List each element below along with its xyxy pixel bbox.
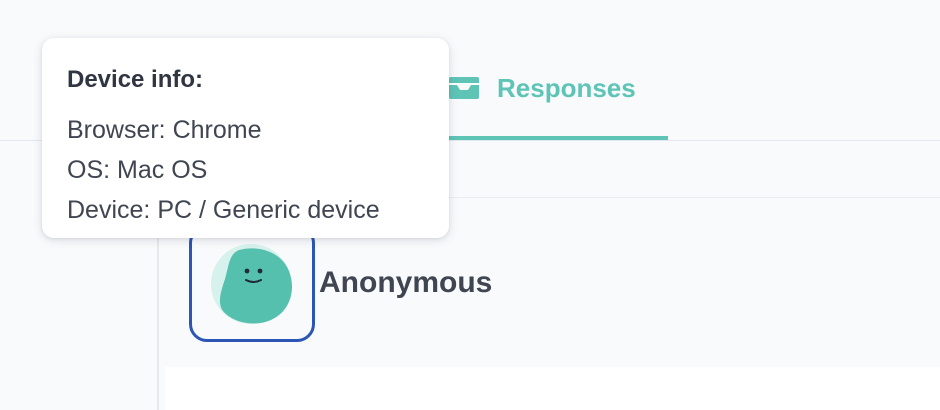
device-info: Device: PC / Generic device <box>67 190 424 230</box>
browser-value: Chrome <box>172 116 262 144</box>
tab-responses[interactable]: Responses <box>433 40 668 140</box>
device-value: PC / Generic device <box>157 196 380 224</box>
page: Responses Anonymous Device info: Browser… <box>0 0 940 410</box>
smiley-face-avatar-icon <box>211 243 292 324</box>
device-info-tooltip: Device info: Browser: Chrome OS: Mac OS … <box>42 38 449 238</box>
tooltip-title: Device info: <box>67 66 204 93</box>
os-label: OS: <box>67 156 118 184</box>
respondent-name: Anonymous <box>319 266 493 299</box>
browser-info: Browser: Chrome <box>67 110 424 150</box>
os-info: OS: Mac OS <box>67 150 424 190</box>
respondent-avatar-button[interactable] <box>189 225 315 342</box>
browser-label: Browser: <box>67 116 173 144</box>
device-label: Device: <box>67 196 158 224</box>
tab-responses-label: Responses <box>497 72 636 103</box>
response-card <box>165 367 940 410</box>
inbox-tray-icon <box>447 75 481 101</box>
os-value: Mac OS <box>117 156 208 184</box>
